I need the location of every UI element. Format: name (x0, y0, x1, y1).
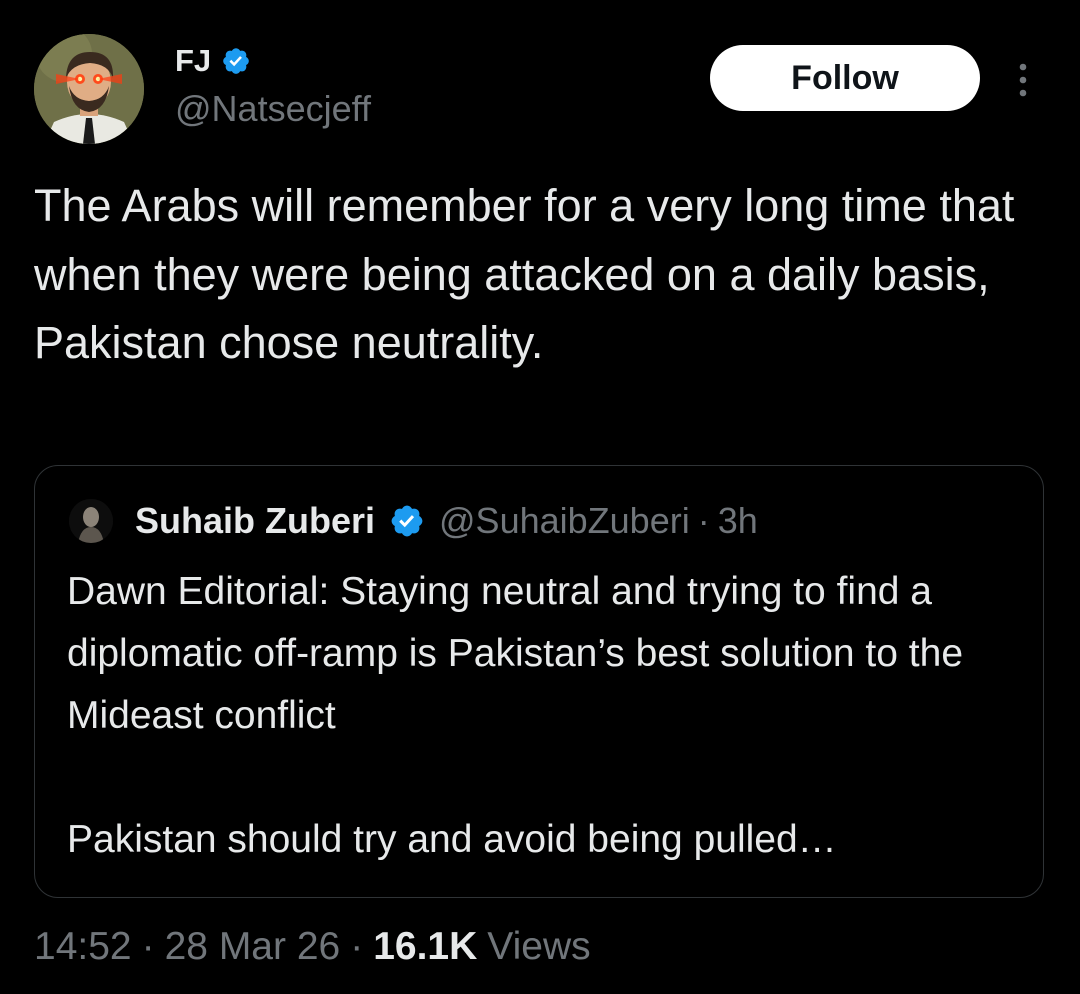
quote-tweet-card[interactable]: Suhaib Zuberi @SuhaibZuberi · 3h Dawn Ed… (34, 465, 1044, 898)
quote-text-paragraph: Pakistan should try and avoid being pull… (67, 818, 837, 861)
quote-verified-badge-icon (391, 505, 423, 537)
quote-display-name: Suhaib Zuberi (135, 500, 376, 541)
tweet-date[interactable]: 28 Mar 26 (165, 925, 341, 969)
quote-handle: @SuhaibZuberi (439, 500, 690, 541)
avatar-illustration-icon (34, 34, 144, 144)
tweet-text: The Arabs will remember for a very long … (34, 180, 1027, 368)
tweet-footer: 14:52 · 28 Mar 26 · 16.1K Views (34, 925, 591, 969)
views-label: Views (487, 925, 591, 968)
avatar[interactable] (34, 34, 144, 144)
verified-badge-icon[interactable] (221, 46, 251, 76)
quote-separator: · (697, 500, 710, 541)
author-display-name[interactable]: FJ (175, 43, 211, 79)
quote-text-paragraph: Dawn Editorial: Staying neutral and tryi… (67, 570, 964, 737)
views-count[interactable]: 16.1K (373, 925, 477, 969)
quote-paragraph-gap (67, 747, 1027, 809)
author-info: FJ @Natsecjeff (175, 40, 371, 130)
author-handle[interactable]: @Natsecjeff (175, 88, 371, 130)
footer-separator: · (141, 925, 155, 968)
follow-button[interactable]: Follow (710, 45, 980, 111)
footer-separator: · (350, 925, 364, 968)
quote-timestamp: 3h (717, 500, 758, 541)
author-name-row: FJ (175, 40, 371, 82)
quote-avatar-image-icon (69, 499, 113, 543)
tweet: FJ @Natsecjeff Follow The Arabs will rem… (0, 0, 1080, 994)
quote-text: Dawn Editorial: Staying neutral and tryi… (67, 561, 1027, 871)
tweet-time[interactable]: 14:52 (34, 925, 132, 969)
quote-avatar (69, 499, 113, 543)
quote-header: Suhaib Zuberi @SuhaibZuberi · 3h (69, 496, 758, 546)
more-vertical-icon[interactable] (1008, 62, 1038, 98)
